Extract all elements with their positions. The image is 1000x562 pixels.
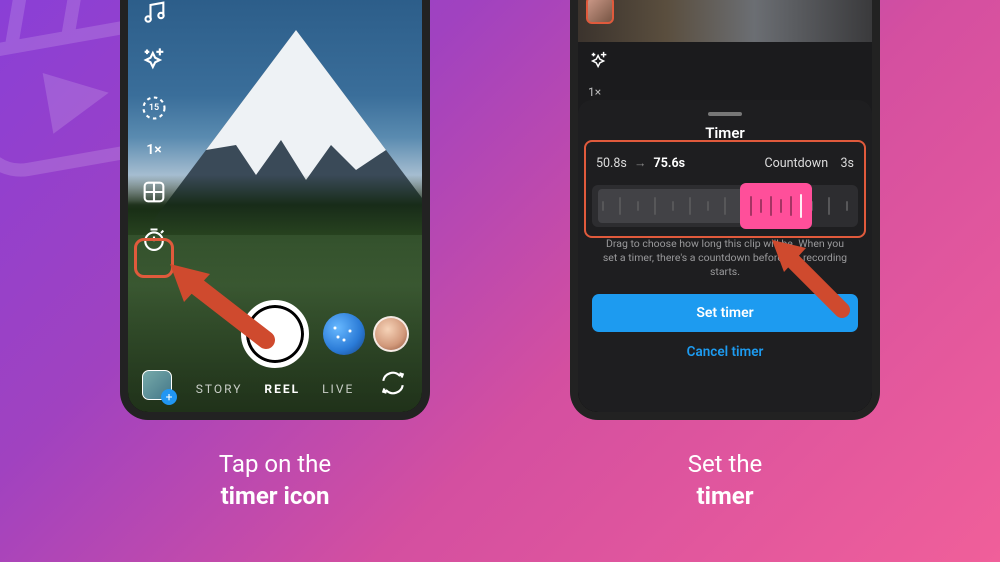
- countdown-value: 3s: [841, 156, 854, 171]
- flip-camera-icon[interactable]: [380, 370, 406, 396]
- slider-ticks: [592, 185, 858, 227]
- preview-strip: [578, 0, 872, 42]
- mode-story[interactable]: STORY: [196, 382, 243, 396]
- left-caption-line1: Tap on the: [219, 450, 331, 478]
- time-to: 75.6s: [654, 156, 686, 171]
- effect-avatar-bubble[interactable]: [373, 316, 409, 352]
- right-caption: Set the timer: [688, 448, 763, 513]
- viewfinder-scene: [128, 20, 422, 280]
- preview-thumb-highlight: [586, 0, 614, 24]
- callout-arrow-right: [764, 232, 854, 322]
- right-phone-frame: 1× Timer 50.8s → 75.6s Countdown: [570, 0, 880, 420]
- time-range: 50.8s → 75.6s: [596, 156, 685, 171]
- add-from-gallery-icon: +: [161, 389, 177, 405]
- layout-icon[interactable]: [140, 178, 168, 206]
- effect-preview-bubble[interactable]: [323, 313, 365, 355]
- sheet-drag-handle[interactable]: [708, 112, 742, 116]
- duration-value: 15: [149, 103, 159, 113]
- effects-sparkle-icon[interactable]: [588, 50, 610, 72]
- sheet-title: Timer: [578, 124, 872, 142]
- capture-mode-row: STORY REEL LIVE: [196, 382, 355, 396]
- gallery-thumbnail[interactable]: +: [142, 370, 172, 400]
- left-phone-frame: 15 1×: [120, 0, 430, 420]
- right-caption-line1: Set the: [688, 450, 763, 478]
- arrow-right-icon: →: [634, 156, 647, 171]
- left-caption: Tap on the timer icon: [219, 448, 331, 513]
- slider-handle[interactable]: [740, 183, 812, 229]
- left-caption-line2: timer icon: [221, 482, 330, 510]
- time-from: 50.8s: [596, 156, 627, 171]
- right-caption-line2: timer: [696, 482, 753, 510]
- mode-reel[interactable]: REEL: [264, 382, 300, 396]
- viewfinder-treeline: [128, 175, 422, 235]
- effects-sparkle-icon[interactable]: [140, 46, 168, 74]
- duration-icon[interactable]: 15: [140, 94, 168, 122]
- duration-slider[interactable]: [592, 185, 858, 227]
- countdown-label: Countdown: [764, 156, 828, 171]
- callout-arrow-left: [166, 260, 276, 350]
- countdown-group[interactable]: Countdown 3s: [764, 156, 854, 171]
- cancel-timer-link[interactable]: Cancel timer: [578, 344, 872, 370]
- mode-live[interactable]: LIVE: [322, 382, 354, 396]
- speed-label[interactable]: 1×: [588, 85, 601, 99]
- speed-label[interactable]: 1×: [146, 142, 161, 158]
- music-icon[interactable]: [140, 0, 168, 26]
